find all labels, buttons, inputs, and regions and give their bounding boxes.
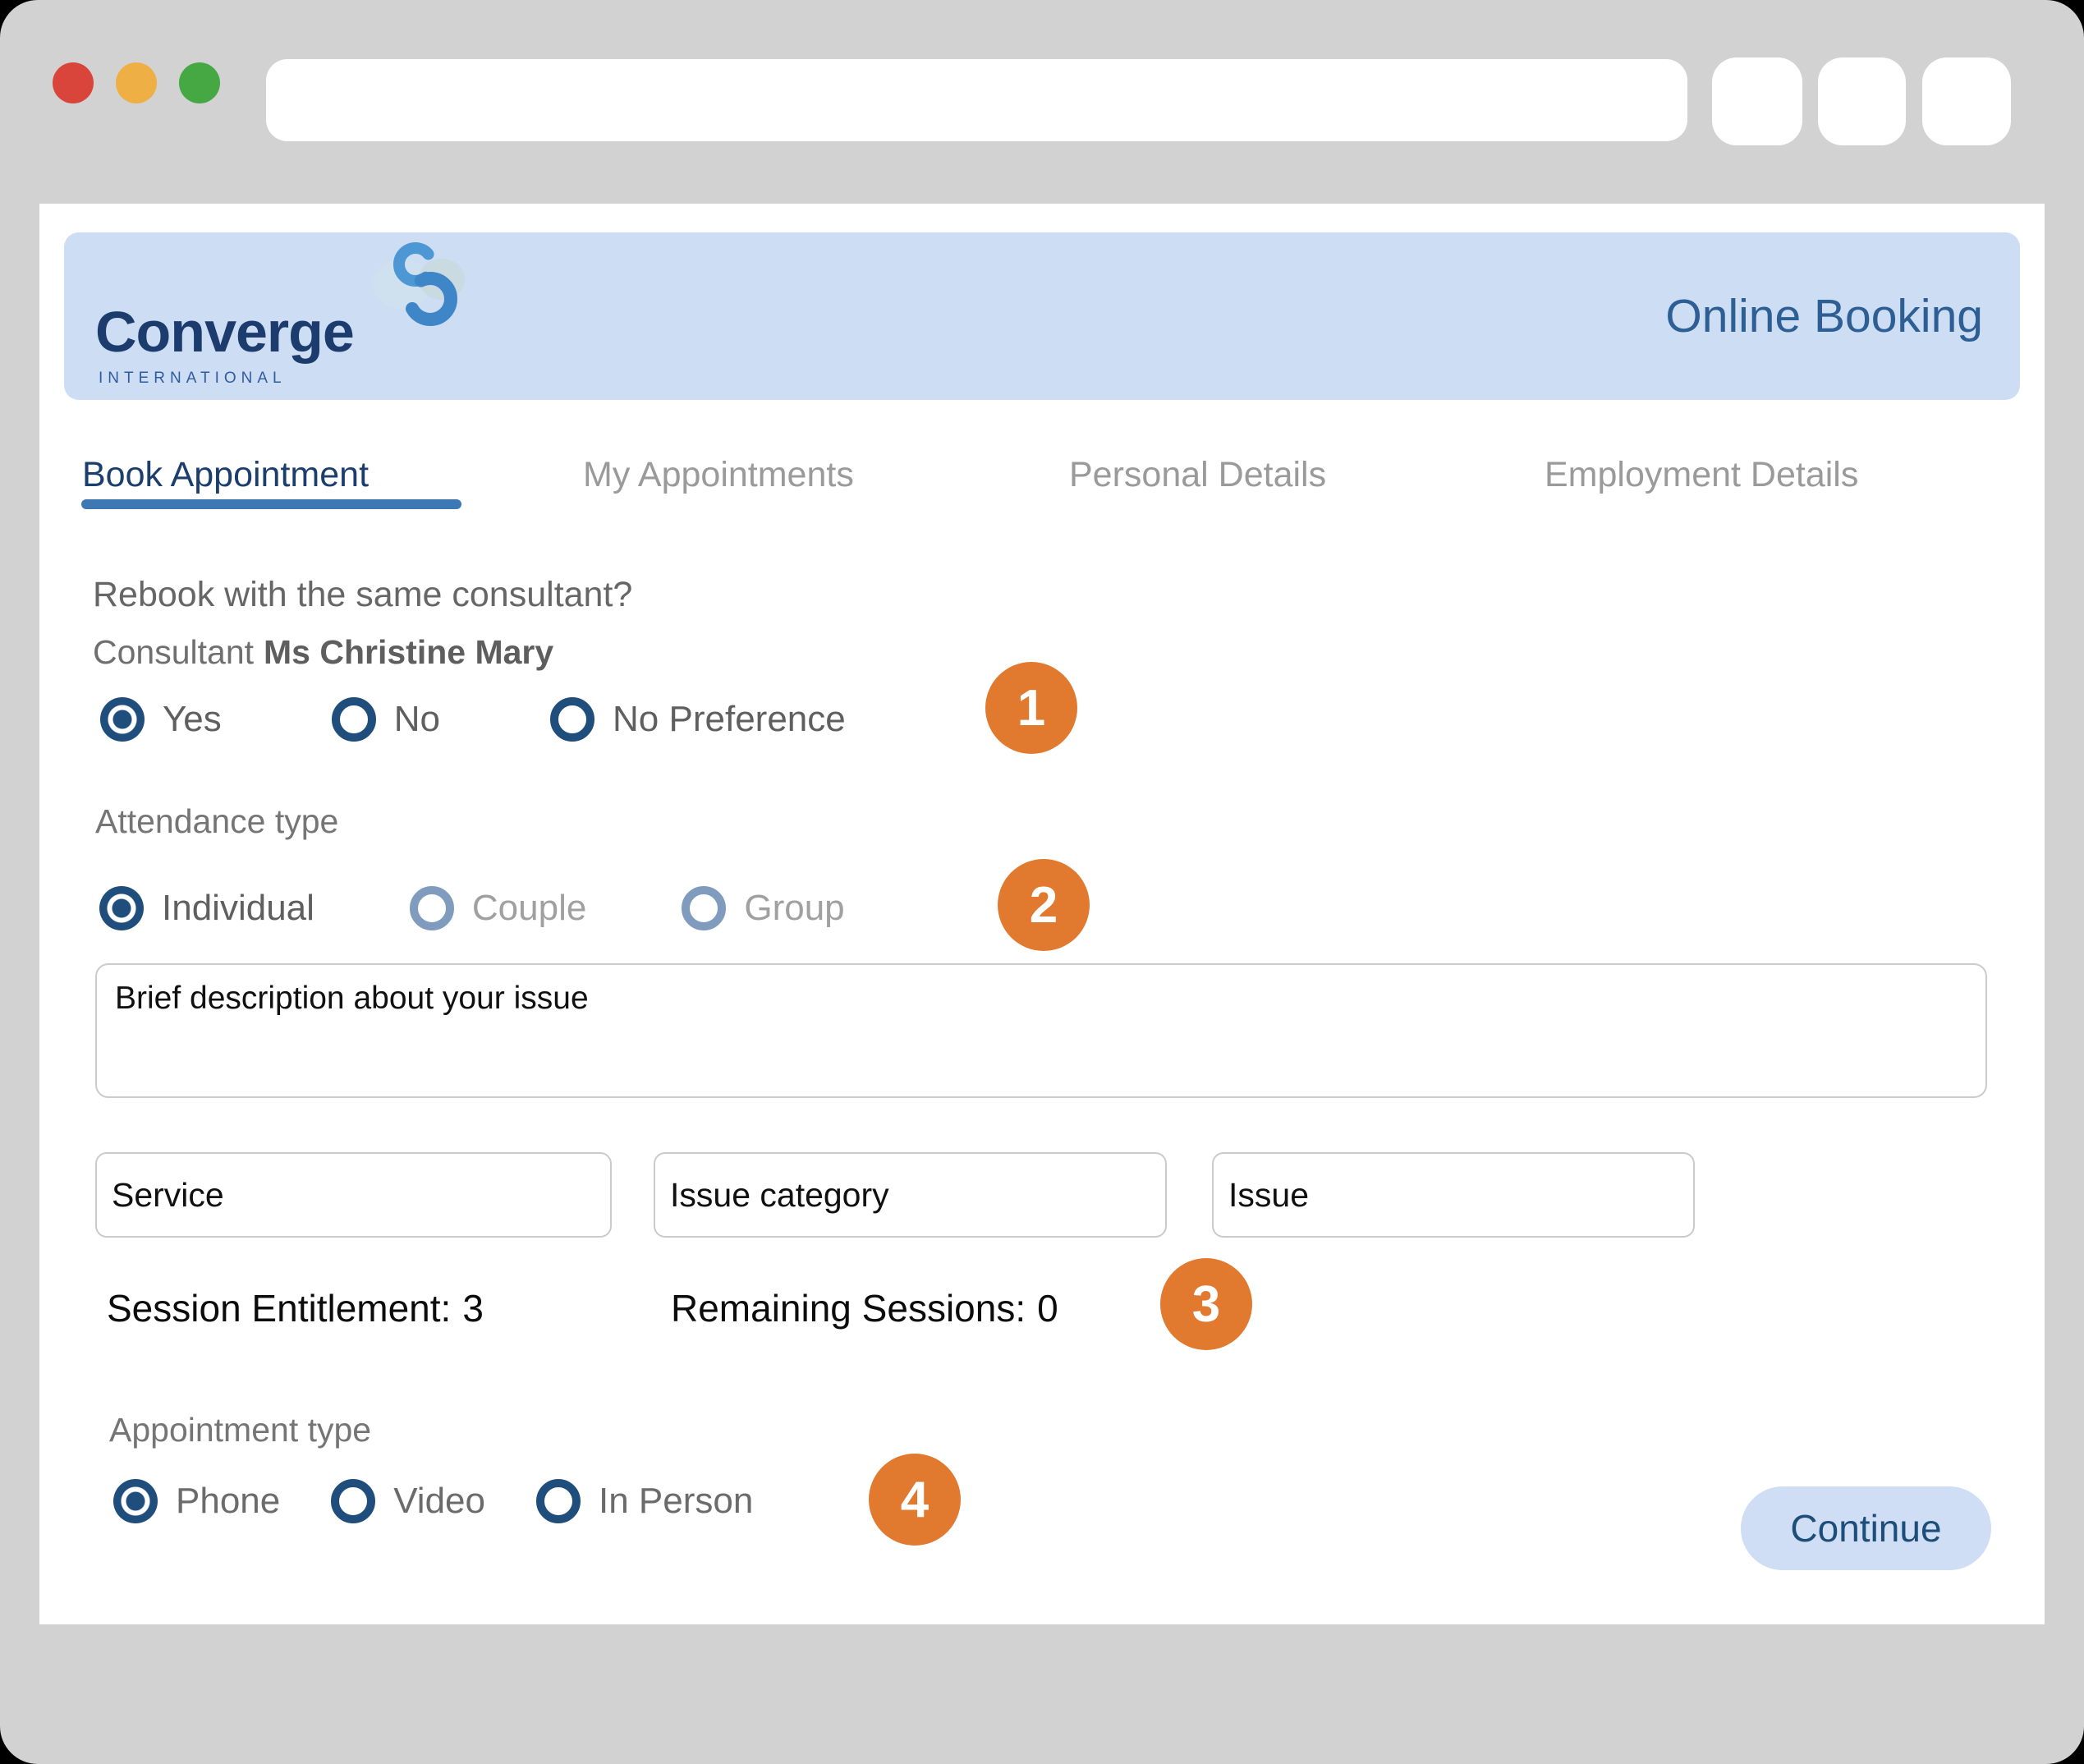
attendance-radio-group: Individual Couple Group <box>99 885 845 931</box>
radio-attendance-couple[interactable]: Couple <box>410 886 586 930</box>
brand-chain-logo-icon <box>370 238 471 332</box>
session-entitlement-value: 3 <box>462 1287 484 1330</box>
brand-logo-text: Converge <box>95 301 354 363</box>
radio-selected-icon <box>99 886 144 930</box>
radio-appointment-video[interactable]: Video <box>331 1479 485 1523</box>
radio-label: Individual <box>162 886 314 930</box>
session-entitlement-label: Session Entitlement: <box>107 1287 451 1330</box>
appointment-radio-group: Phone Video In Person <box>113 1478 753 1524</box>
issue-description-textarea[interactable]: Brief description about your issue <box>95 963 1987 1098</box>
radio-label: Group <box>744 886 844 930</box>
radio-selected-icon <box>113 1479 158 1523</box>
radio-appointment-in-person[interactable]: In Person <box>536 1479 753 1523</box>
session-entitlement: Session Entitlement: 3 <box>107 1286 484 1330</box>
tab-my-appointments[interactable]: My Appointments <box>583 453 854 496</box>
active-tab-underline <box>81 499 461 509</box>
annotation-badge-3: 3 <box>1160 1258 1252 1350</box>
radio-unselected-icon <box>536 1479 581 1523</box>
tab-employment-details[interactable]: Employment Details <box>1545 453 1858 496</box>
radio-rebook-no-preference[interactable]: No Preference <box>550 697 846 742</box>
radio-label: Couple <box>472 886 586 930</box>
brand-logo-subtext: INTERNATIONAL <box>99 370 287 388</box>
radio-attendance-group[interactable]: Group <box>682 886 844 930</box>
tab-personal-details[interactable]: Personal Details <box>1069 453 1326 496</box>
remaining-sessions: Remaining Sessions: 0 <box>671 1286 1058 1330</box>
browser-action-button-2[interactable] <box>1818 57 1906 145</box>
tab-book-appointment[interactable]: Book Appointment <box>82 453 369 496</box>
service-field[interactable]: Service <box>95 1152 612 1238</box>
zoom-window-icon[interactable] <box>179 62 220 103</box>
radio-unselected-icon <box>332 697 376 742</box>
consultant-name: Ms Christine Mary <box>264 633 553 671</box>
radio-selected-icon <box>100 697 145 742</box>
continue-button[interactable]: Continue <box>1741 1486 1991 1570</box>
browser-action-button-1[interactable] <box>1712 57 1802 145</box>
issue-field[interactable]: Issue <box>1212 1152 1695 1238</box>
minimize-window-icon[interactable] <box>116 62 157 103</box>
radio-unselected-icon <box>331 1479 375 1523</box>
screenshot-stage: Converge INTERNATIONAL Online Booking Bo… <box>0 0 2084 1764</box>
radio-label: Video <box>393 1479 485 1523</box>
radio-rebook-yes[interactable]: Yes <box>100 697 222 742</box>
radio-label: No Preference <box>613 697 846 742</box>
radio-appointment-phone[interactable]: Phone <box>113 1479 280 1523</box>
annotation-badge-4: 4 <box>869 1454 961 1546</box>
radio-rebook-no[interactable]: No <box>332 697 440 742</box>
address-bar[interactable] <box>266 59 1687 141</box>
radio-attendance-individual[interactable]: Individual <box>99 886 314 930</box>
radio-unselected-icon <box>550 697 594 742</box>
rebook-question: Rebook with the same consultant? <box>93 573 632 616</box>
annotation-badge-2: 2 <box>998 859 1090 951</box>
consultant-line: Consultant Ms Christine Mary <box>93 631 553 673</box>
radio-label: Yes <box>163 697 222 742</box>
remaining-sessions-label: Remaining Sessions: <box>671 1287 1026 1330</box>
radio-unselected-icon <box>682 886 726 930</box>
radio-unselected-icon <box>410 886 454 930</box>
browser-window: Converge INTERNATIONAL Online Booking Bo… <box>0 0 2084 1764</box>
radio-label: No <box>394 697 440 742</box>
attendance-type-label: Attendance type <box>95 801 338 842</box>
close-window-icon[interactable] <box>53 62 94 103</box>
rebook-radio-group: Yes No No Preference <box>100 696 846 742</box>
page-title: Online Booking <box>1665 289 1983 343</box>
radio-label: In Person <box>599 1479 753 1523</box>
appointment-type-label: Appointment type <box>109 1409 371 1450</box>
browser-action-button-3[interactable] <box>1922 57 2011 145</box>
issue-category-field[interactable]: Issue category <box>654 1152 1167 1238</box>
annotation-badge-1: 1 <box>985 662 1077 754</box>
radio-label: Phone <box>176 1479 280 1523</box>
consultant-label: Consultant <box>93 633 254 671</box>
remaining-sessions-value: 0 <box>1037 1287 1058 1330</box>
